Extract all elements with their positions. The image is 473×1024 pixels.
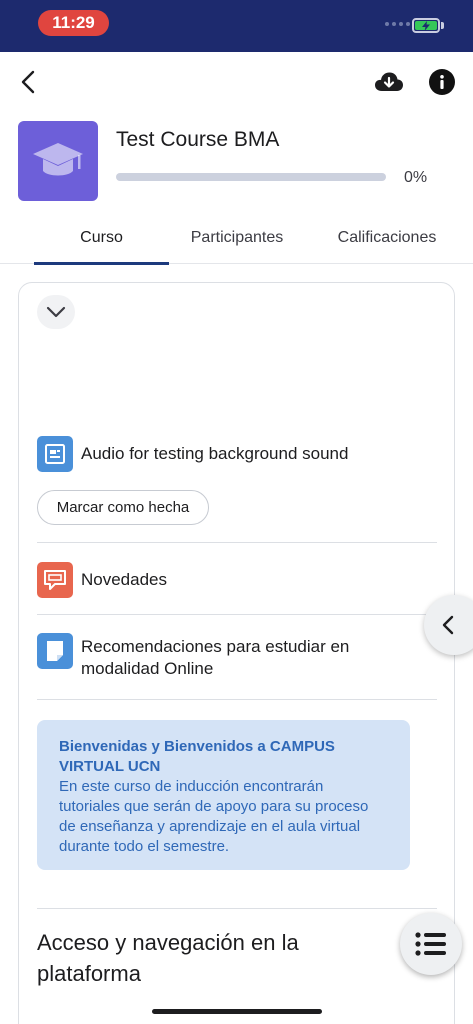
activity-label: Audio for testing background sound	[81, 444, 349, 463]
signal-icon	[385, 22, 410, 26]
activity-audio[interactable]: Audio for testing background sound	[37, 436, 348, 472]
home-indicator	[152, 1009, 322, 1014]
course-section-card: Audio for testing background sound Marca…	[18, 282, 455, 1024]
forum-icon	[37, 562, 73, 598]
battery-tip	[441, 22, 444, 29]
divider	[37, 542, 437, 543]
chevron-left-icon	[442, 615, 454, 635]
welcome-body: En este curso de inducción encontrarán t…	[59, 778, 369, 855]
status-bar: 11:29	[0, 0, 473, 52]
divider	[37, 614, 437, 615]
tab-calificaciones[interactable]: Calificaciones	[305, 212, 469, 264]
welcome-box: Bienvenidas y Bienvenidos a CAMPUS VIRTU…	[37, 720, 410, 870]
course-tabs: Curso Participantes Calificaciones	[0, 212, 473, 265]
course-header: Test Course BMA 0%	[0, 112, 473, 212]
document-icon	[37, 633, 73, 669]
activity-label: Novedades	[81, 570, 168, 589]
course-progress-label: 0%	[404, 169, 428, 186]
course-progress-bar	[116, 173, 386, 181]
chevron-down-icon	[46, 306, 66, 318]
activity-novedades[interactable]: Novedades	[37, 562, 167, 598]
activity-recomendaciones[interactable]: Recomendaciones para estudiar en modalid…	[37, 633, 381, 680]
tab-participantes[interactable]: Participantes	[175, 212, 299, 264]
info-icon	[440, 75, 444, 89]
tab-curso[interactable]: Curso	[34, 212, 169, 265]
page-icon	[37, 436, 73, 472]
course-index-button[interactable]	[400, 913, 462, 975]
divider	[37, 908, 437, 909]
graduation-cap-icon	[33, 143, 83, 176]
welcome-title: Bienvenidas y Bienvenidos a CAMPUS VIRTU…	[59, 738, 335, 775]
mark-done-button[interactable]: Marcar como hecha	[37, 490, 209, 525]
chevron-left-icon	[21, 70, 35, 94]
divider	[37, 699, 437, 700]
info-button[interactable]	[429, 69, 455, 95]
cloud-download-icon	[375, 72, 403, 91]
section-title: Acceso y navegación en la plataforma	[37, 930, 299, 986]
collapse-section-button[interactable]	[37, 295, 75, 329]
top-bar	[0, 52, 473, 112]
course-image	[18, 121, 98, 201]
back-button[interactable]	[14, 66, 42, 98]
download-button[interactable]	[373, 67, 405, 97]
status-time: 11:29	[38, 10, 109, 36]
activity-label: Recomendaciones para estudiar en modalid…	[81, 637, 350, 678]
list-icon	[415, 932, 446, 956]
course-title: Test Course BMA	[116, 128, 280, 151]
battery-icon	[412, 18, 440, 33]
